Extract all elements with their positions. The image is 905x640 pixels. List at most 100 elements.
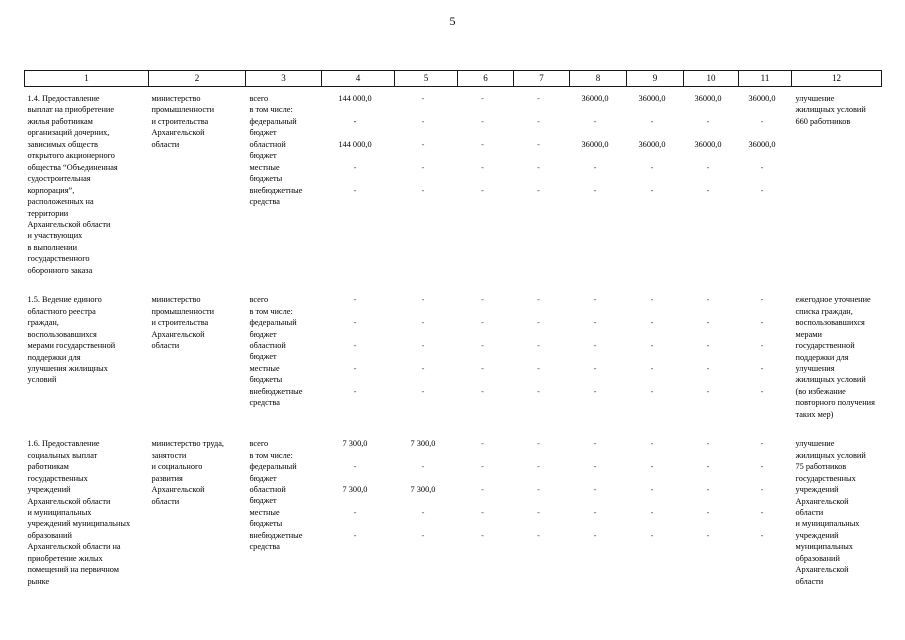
value: - <box>593 363 597 373</box>
expected-result-text: ежегодное уточнение списка граждан, восп… <box>795 295 875 419</box>
measure-text: 1.4. Предоставление выплат на приобретен… <box>27 94 118 275</box>
column-header-10: 10 <box>683 70 739 87</box>
row-gap-cell <box>25 420 882 438</box>
value: 36000,0 <box>638 94 666 103</box>
value <box>514 306 570 317</box>
value: - <box>481 295 484 305</box>
amount-year2-cell: - - - - - <box>458 438 514 587</box>
value: - <box>760 363 764 373</box>
measure-text: 1.6. Предоставление социальных выплат ра… <box>27 439 131 586</box>
value: - <box>706 507 710 517</box>
column-header-7: 7 <box>513 70 570 87</box>
amount-year3-list: - - - - - <box>514 438 570 552</box>
value: - <box>593 386 597 396</box>
value: - <box>760 507 764 517</box>
value: - <box>650 507 654 517</box>
executor-text: министерство промышленности и строительс… <box>151 94 215 149</box>
value: 7 300,0 <box>342 439 368 449</box>
value: - <box>537 116 540 126</box>
value: - <box>593 439 597 449</box>
value: - <box>650 439 654 449</box>
amount-year1-cell: - - - - - <box>395 294 458 420</box>
amount-year7-list: 36000,0 - 36000,0 - - <box>739 93 792 207</box>
value <box>322 104 395 115</box>
value <box>395 450 458 461</box>
amount-year7-cell: 36000,0 - 36000,0 - - <box>739 93 792 276</box>
value: - <box>593 185 597 195</box>
amount-year3-cell: - - - - - <box>514 294 570 420</box>
value <box>739 450 792 461</box>
value: 36000,0 <box>694 94 722 103</box>
table-body: 1.4. Предоставление выплат на приобретен… <box>25 87 882 588</box>
table-row: 1.6. Предоставление социальных выплат ра… <box>25 438 882 587</box>
value: - <box>537 139 540 149</box>
value: - <box>760 341 764 351</box>
value: - <box>706 439 710 449</box>
value: - <box>760 318 764 328</box>
value: - <box>650 363 654 373</box>
value: - <box>760 485 764 494</box>
value: - <box>593 485 597 494</box>
table-header: 1 2 3 4 5 6 7 8 9 10 11 12 <box>24 70 882 87</box>
budget-label-including: в том числе: <box>249 450 293 460</box>
value: - <box>481 94 484 103</box>
amount-year4-list: - - - - - <box>570 294 627 408</box>
amount-year2-cell: - - - - - <box>458 294 514 420</box>
value: 7 300,0 <box>342 485 368 494</box>
amount-year6-cell: - - - - - <box>684 438 739 587</box>
value: - <box>421 386 425 396</box>
column-number-row: 1 2 3 4 5 6 7 8 9 10 11 12 <box>24 70 882 87</box>
value: - <box>537 462 540 472</box>
value: 7 300,0 <box>410 485 436 494</box>
amount-year2-list: - - - - - <box>458 93 514 207</box>
value: - <box>650 162 654 172</box>
expected-result-cell: ежегодное уточнение списка граждан, восп… <box>792 294 882 420</box>
value: - <box>481 507 484 517</box>
budget-label-regional: областной бюджет <box>249 485 286 506</box>
value: - <box>481 162 484 172</box>
table-row: 1.4. Предоставление выплат на приобретен… <box>25 93 882 276</box>
executor-text: министерство труда, занятости и социальн… <box>151 439 224 506</box>
amount-year1-list: - - - - - <box>395 294 458 408</box>
value: - <box>421 507 425 517</box>
budget-source-cell: всего в том числе: федеральный бюджет об… <box>246 438 322 587</box>
budget-label-extrabudget: внебюджетные средства <box>249 185 303 206</box>
value: - <box>537 162 540 172</box>
value <box>458 104 514 115</box>
budget-label-federal: федеральный бюджет <box>249 462 297 483</box>
value: - <box>481 318 484 328</box>
value: - <box>481 386 484 396</box>
value: - <box>706 485 710 494</box>
value: - <box>650 386 654 396</box>
value: - <box>593 462 597 472</box>
value: - <box>421 363 425 373</box>
value: - <box>481 116 484 126</box>
budget-label-total: всего <box>249 295 269 305</box>
value: - <box>593 341 597 351</box>
column-header-4: 4 <box>321 70 395 87</box>
value: 144 000,0 <box>338 139 372 149</box>
amount-year6-cell: 36000,0 - 36000,0 - - <box>684 93 739 276</box>
value <box>514 104 570 115</box>
executor-cell: министерство промышленности и строительс… <box>149 93 246 276</box>
value: - <box>481 462 484 472</box>
amount-year6-list: - - - - - <box>684 294 739 408</box>
value: - <box>650 485 654 494</box>
budget-label-federal: федеральный бюджет <box>249 318 297 339</box>
value <box>627 450 684 461</box>
amount-total-list: - - - - - <box>322 294 395 408</box>
value <box>514 450 570 461</box>
value: - <box>421 462 425 472</box>
value: - <box>481 341 484 351</box>
table-row: 1.5. Ведение единого областного реестра … <box>25 294 882 420</box>
expected-result-cell: улучшение жилищных условий 75 работников… <box>792 438 882 587</box>
value: - <box>593 318 597 328</box>
amount-year2-list: - - - - - <box>458 294 514 408</box>
value <box>684 104 739 115</box>
value: - <box>537 318 540 328</box>
value: - <box>537 530 540 540</box>
value: - <box>760 530 764 540</box>
value: - <box>353 116 357 126</box>
value: - <box>537 295 540 305</box>
document-page: 5 1 2 3 4 5 6 7 8 9 10 11 12 1.4. Предос… <box>0 0 905 640</box>
